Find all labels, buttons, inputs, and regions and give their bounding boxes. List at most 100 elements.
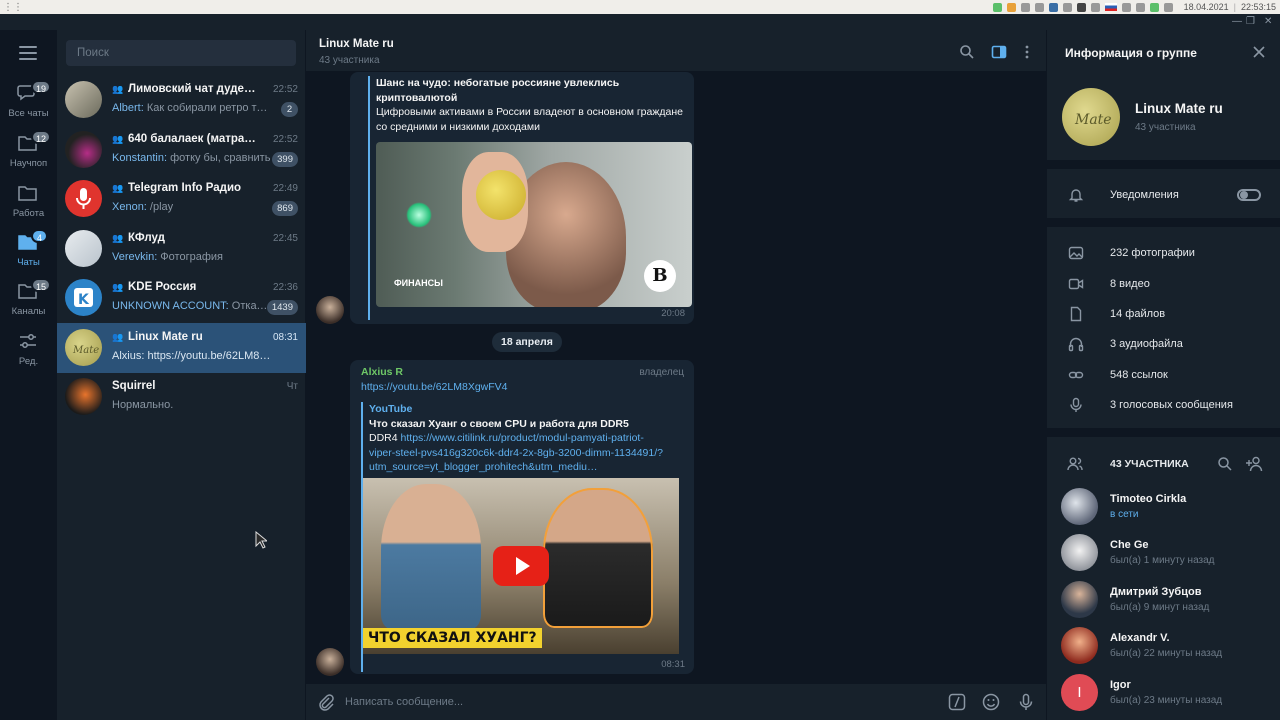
notifications-toggle[interactable] [1237, 189, 1261, 201]
member-item[interactable]: Дмитрий Зубцов был(а) 9 минут назад [1047, 577, 1280, 623]
member-name: Alexandr V. [1110, 632, 1170, 644]
section-divider [1047, 428, 1280, 437]
telegram-tray-icon[interactable] [1048, 2, 1058, 12]
preview-desc-link-line[interactable]: utm_source=yt_blogger_prohitech&utm_medi… [369, 460, 679, 475]
folder-rabota[interactable]: Работа [0, 180, 57, 226]
chat-item[interactable]: Squirrel Чт Нормально. [57, 372, 306, 422]
search-icon[interactable] [959, 44, 975, 60]
battery-icon[interactable] [1163, 2, 1173, 12]
image-caption: ФИНАНСЫ [394, 278, 443, 288]
chat-preview: Albert: Как собирали ретро тели… [112, 102, 272, 114]
vedomosti-logo: В [644, 260, 676, 292]
svg-text:K: K [78, 292, 90, 308]
search-members-icon[interactable] [1217, 456, 1233, 472]
chat-item[interactable]: 👥640 балалаек (матрас бе… 22:52 Konstant… [57, 125, 306, 175]
tray-app-icon[interactable] [1006, 2, 1016, 12]
member-avatar [1061, 534, 1098, 571]
chat-item-selected[interactable]: Mate 👥 Linux Mate ru 08:31 Alxius: https:… [57, 323, 306, 373]
sidebar-toggle-icon[interactable] [991, 44, 1007, 60]
more-vertical-icon[interactable] [1019, 44, 1035, 60]
system-clock[interactable]: 22:53:15 [1241, 2, 1276, 12]
system-date: 18.04.2021 [1183, 2, 1229, 12]
folder-kanaly[interactable]: 15 Каналы [0, 278, 57, 324]
member-item[interactable]: Che Ge был(а) 1 минуту назад [1047, 530, 1280, 576]
chat-avatar [65, 378, 102, 415]
tray-app-icon[interactable] [1034, 2, 1044, 12]
apps-grid-icon[interactable]: ⋮⋮ [3, 2, 23, 13]
info-panel-title: Информация о группе [1065, 46, 1197, 60]
minimize-icon[interactable]: — [1232, 16, 1242, 27]
maximize-icon[interactable]: ❐ [1246, 16, 1255, 27]
headphones-icon [1068, 337, 1084, 352]
group-avatar[interactable]: Mate [1062, 88, 1120, 146]
message-link[interactable]: https://youtu.be/62LM8XgwFV4 [361, 380, 508, 395]
tray-app-icon[interactable] [1062, 2, 1072, 12]
chat-time: 22:49 [272, 183, 298, 194]
user-avatar[interactable] [316, 648, 344, 676]
chat-name: 👥 КФлуд [112, 232, 165, 244]
link-preview[interactable]: Шанс на чудо: небогатые россияне увлекли… [368, 76, 692, 320]
folder-icon [18, 186, 37, 201]
search-input[interactable] [66, 40, 296, 66]
chat-time: 22:52 [272, 134, 298, 145]
volume-icon[interactable] [1121, 2, 1131, 12]
message-input[interactable] [345, 693, 905, 711]
message-time: 20:08 [661, 308, 685, 319]
mate-logo-icon: Mate [1074, 112, 1112, 128]
preview-desc-link-line[interactable]: viper-steel-pvs416g320c6k-ddr4-2x-8gb-32… [369, 446, 679, 461]
paperclip-icon[interactable] [317, 693, 335, 711]
media-row-files[interactable]: 14 файлов [1047, 299, 1280, 329]
terminal-tray-icon[interactable] [1076, 2, 1086, 12]
preview-image[interactable]: ФИНАНСЫ В [376, 142, 692, 307]
tray-separator: | [1233, 2, 1236, 12]
group-icon: 👥 [112, 282, 124, 292]
message-bubble[interactable]: Шанс на чудо: небогатые россияне увлекли… [350, 72, 694, 324]
preview-desc: DDR4 https://www.citilink.ru/product/mod… [369, 432, 644, 444]
media-row-links[interactable]: 548 ссылок [1047, 360, 1280, 390]
microphone-icon[interactable] [1017, 693, 1035, 711]
folder-edit[interactable]: Ред. [0, 328, 57, 374]
members-count-label: 43 УЧАСТНИКА [1110, 458, 1189, 470]
bot-commands-icon[interactable] [948, 693, 966, 711]
tray-app-icon[interactable] [992, 2, 1002, 12]
tray-app-icon[interactable] [1020, 2, 1030, 12]
add-member-icon[interactable] [1245, 455, 1263, 473]
member-item[interactable]: I Igor был(а) 23 минуты назад [1047, 670, 1280, 716]
video-thumbnail[interactable]: ЧТО СКАЗАЛ ХУАНГ? [363, 478, 679, 654]
message-bubble[interactable]: Alxius R владелец https://youtu.be/62LM8… [350, 360, 694, 674]
folder-all-chats[interactable]: 19 Все чаты [0, 80, 57, 126]
link-preview[interactable]: YouTube Что сказал Хуанг о своем CPU и р… [361, 402, 679, 672]
media-row-audio[interactable]: 3 аудиофайла [1047, 329, 1280, 359]
mate-logo-icon: Mate [72, 345, 99, 356]
member-item[interactable]: Timoteo Cirkla в сети [1047, 484, 1280, 530]
chat-item[interactable]: K 👥 KDE Россия 22:36 UNKNOWN ACCOUNT: Отк… [57, 273, 306, 323]
conversation-header[interactable]: Linux Mate ru 43 участника [306, 30, 1046, 72]
chat-avatar [65, 81, 102, 118]
member-item[interactable]: Alexandr V. был(а) 22 минуты назад [1047, 623, 1280, 669]
keyboard-layout-flag-icon[interactable] [1104, 3, 1117, 11]
group-icon: 👥 [112, 233, 124, 243]
message-author[interactable]: Alxius R [361, 366, 403, 378]
notifications-row[interactable]: Уведомления [1047, 180, 1280, 210]
clipboard-icon[interactable] [1135, 2, 1145, 12]
chat-time: 22:52 [272, 84, 298, 95]
group-icon: 👥 [112, 134, 124, 144]
main-menu-icon[interactable] [19, 46, 37, 60]
conversation-title[interactable]: Linux Mate ru [319, 38, 394, 50]
close-window-icon[interactable]: ✕ [1264, 16, 1272, 27]
chat-avatar [65, 230, 102, 267]
close-icon[interactable] [1251, 44, 1267, 60]
media-row-video[interactable]: 8 видео [1047, 269, 1280, 299]
tray-app-icon[interactable] [1090, 2, 1100, 12]
chat-item[interactable]: 👥 КФлуд 22:45 Verevkin: Фотография [57, 224, 306, 274]
folder-chaty[interactable]: 4 Чаты [0, 229, 57, 275]
chat-item[interactable]: 👥Лимовский чат дудеизма… 22:52 Albert: К… [57, 75, 306, 125]
media-row-voice[interactable]: 3 голосовых сообщения [1047, 390, 1280, 420]
media-row-photos[interactable]: 232 фотографии [1047, 238, 1280, 268]
emoji-icon[interactable] [982, 693, 1000, 711]
folder-nauchpop[interactable]: 12 Научпоп [0, 130, 57, 176]
network-icon[interactable] [1149, 2, 1159, 12]
group-member-count: 43 участника [1135, 122, 1196, 133]
chat-item[interactable]: 👥 Telegram Info Радио 22:49 Xenon: /play … [57, 174, 306, 224]
user-avatar[interactable] [316, 296, 344, 324]
